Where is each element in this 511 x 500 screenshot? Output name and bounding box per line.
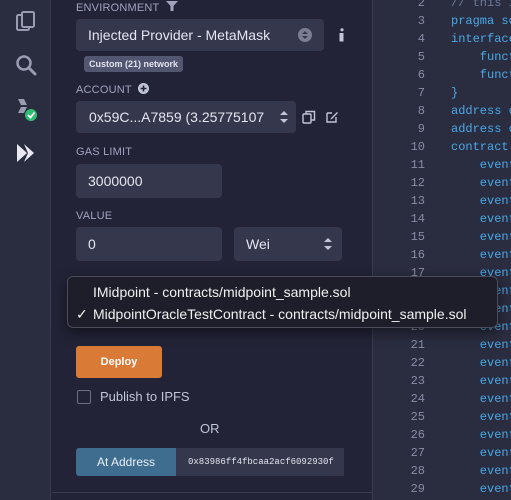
line-number: 6 <box>417 68 425 82</box>
account-select[interactable]: 0x59C...A7859 (3.25775107 <box>76 101 296 133</box>
code-line: event <box>451 482 511 496</box>
line-number: 21 <box>410 338 425 352</box>
contract-dropdown-menu: IMidpoint - contracts/midpoint_sample.so… <box>67 276 498 328</box>
line-number: 8 <box>417 104 425 118</box>
environment-label: ENVIRONMENT <box>76 1 178 15</box>
code-line: event <box>451 194 511 208</box>
line-number: 12 <box>410 176 425 190</box>
code-line: event <box>451 248 511 262</box>
code-line: funct <box>451 50 511 64</box>
at-address-input[interactable]: 0x83986ff4fbcaa2acf6092930f <box>176 448 344 476</box>
code-line: event <box>451 374 511 388</box>
divider <box>52 492 372 493</box>
code-line: address c <box>451 104 511 118</box>
value-unit-select[interactable]: Wei <box>234 227 342 261</box>
line-number: 13 <box>410 194 425 208</box>
line-number: 7 <box>417 86 425 100</box>
code-line: // this i <box>451 0 511 10</box>
info-icon[interactable] <box>334 27 350 43</box>
publish-ipfs-checkbox[interactable] <box>77 390 91 404</box>
copy-icon[interactable] <box>301 109 317 125</box>
code-line: event <box>451 230 511 244</box>
code-line: event <box>451 446 511 460</box>
icon-sidebar <box>0 0 51 500</box>
account-label: ACCOUNT <box>76 83 149 97</box>
code-line: address c <box>451 122 511 136</box>
code-line: pragma so <box>451 14 511 28</box>
gas-limit-label: GAS LIMIT <box>76 146 133 158</box>
line-number: 15 <box>410 230 425 244</box>
deploy-run-icon[interactable] <box>13 140 39 166</box>
add-account-icon[interactable] <box>137 83 149 97</box>
line-number: 23 <box>410 374 425 388</box>
line-number: 29 <box>410 482 425 496</box>
code-line: interface <box>451 32 511 46</box>
code-line: event <box>451 464 511 478</box>
line-number: 2 <box>417 0 425 10</box>
code-line: contract <box>451 140 509 154</box>
line-number: 9 <box>417 122 425 136</box>
at-address-button[interactable]: At Address <box>76 448 176 476</box>
line-number: 16 <box>410 248 425 262</box>
line-number: 4 <box>417 32 425 46</box>
publish-ipfs-label: Publish to IPFS <box>100 389 190 404</box>
line-number: 25 <box>410 410 425 424</box>
line-number: 24 <box>410 392 425 406</box>
select-arrows-icon <box>298 28 312 42</box>
value-label: VALUE <box>76 210 113 222</box>
environment-select[interactable]: Injected Provider - MetaMask <box>76 19 324 51</box>
code-editor[interactable]: 2 // this i 3 pragma so 4 interface 5 funct 6 f… <box>372 0 511 500</box>
code-line: event <box>451 176 511 190</box>
code-line: event <box>451 392 511 406</box>
contract-option-selected[interactable]: ✓ MidpointOracleTestContract - contracts… <box>68 303 497 325</box>
solidity-compiler-icon[interactable] <box>13 96 39 122</box>
select-arrows-icon <box>280 110 288 124</box>
funnel-icon <box>165 1 178 15</box>
code-line: funct <box>451 68 511 82</box>
network-badge: Custom (21) network <box>84 56 184 72</box>
file-explorer-icon[interactable] <box>13 8 39 34</box>
code-line: event <box>451 356 511 370</box>
code-line: } <box>451 86 459 100</box>
or-divider-text: OR <box>200 421 220 436</box>
line-number: 28 <box>410 464 425 478</box>
code-line: event <box>451 338 511 352</box>
line-number: 5 <box>417 50 425 64</box>
line-number: 27 <box>410 446 425 460</box>
contract-option[interactable]: IMidpoint - contracts/midpoint_sample.so… <box>68 281 497 303</box>
line-number: 22 <box>410 356 425 370</box>
deploy-button[interactable]: Deploy <box>76 346 162 378</box>
line-number: 14 <box>410 212 425 226</box>
line-number: 26 <box>410 428 425 442</box>
code-line: event <box>451 212 511 226</box>
code-line: event <box>451 428 511 442</box>
value-input[interactable]: 0 <box>76 227 222 261</box>
code-line: event <box>451 158 511 172</box>
checkmark-icon: ✓ <box>76 306 88 322</box>
environment-value: Injected Provider - MetaMask <box>88 27 271 43</box>
account-value: 0x59C...A7859 (3.25775107 <box>89 109 265 125</box>
line-number: 10 <box>410 140 425 154</box>
select-arrows-icon <box>324 237 332 251</box>
code-line: event <box>451 410 511 424</box>
search-icon[interactable] <box>13 52 39 78</box>
line-number: 11 <box>410 158 425 172</box>
deploy-run-panel: ENVIRONMENT Injected Provider - MetaMask… <box>52 0 372 500</box>
gas-limit-input[interactable]: 3000000 <box>76 164 222 198</box>
line-number: 3 <box>417 14 425 28</box>
edit-icon[interactable] <box>324 109 340 125</box>
